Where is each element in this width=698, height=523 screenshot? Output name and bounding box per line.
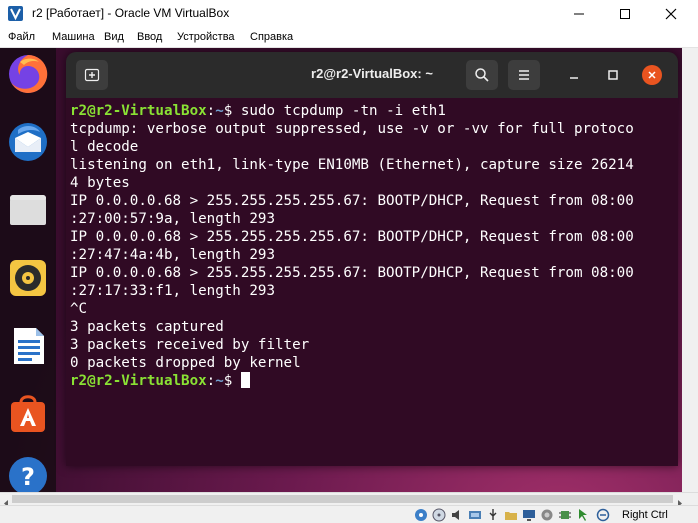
terminal-title: r2@r2-VirtualBox: ~ (311, 66, 433, 81)
terminal-close-button[interactable] (642, 65, 662, 85)
host-menubar: Файл Машина Вид Ввод Устройства Справка (0, 28, 698, 48)
output-line: IP 0.0.0.0.68 > 255.255.255.255.67: BOOT… (70, 265, 634, 281)
window-title: r2 [Работает] - Oracle VM VirtualBox (32, 6, 230, 20)
hdd-icon[interactable] (414, 508, 428, 522)
rhythmbox-icon[interactable] (6, 256, 50, 300)
output-line: 4 bytes (70, 175, 130, 191)
recording-icon[interactable] (540, 508, 554, 522)
search-icon (475, 68, 489, 82)
terminal-output[interactable]: r2@r2-VirtualBox:~$ sudo tcpdump -tn -i … (70, 102, 664, 464)
prompt-user: r2@r2-VirtualBox (70, 103, 207, 119)
prompt-separator: : (206, 103, 216, 119)
terminal-window[interactable]: r2@r2-VirtualBox: ~ r2@r2-VirtualBox:~$ … (66, 52, 678, 466)
virtualbox-icon (7, 5, 24, 22)
horizontal-scrollbar[interactable] (0, 492, 698, 507)
prompt-separator: : (206, 373, 216, 389)
audio-icon[interactable] (450, 508, 464, 522)
output-line: l decode (70, 139, 139, 155)
output-line: 3 packets received by filter (70, 337, 310, 353)
menu-input[interactable]: Ввод (137, 31, 162, 43)
network-icon[interactable] (468, 508, 482, 522)
output-line: listening on eth1, link-type EN10MB (Eth… (70, 157, 634, 173)
vm-statusbar: Right Ctrl (0, 505, 698, 523)
scrollbar-thumb[interactable] (12, 495, 673, 503)
terminal-maximize-button[interactable] (603, 65, 623, 85)
keyboard-icon[interactable] (596, 508, 610, 522)
guest-screen[interactable]: ? r2@r2-VirtualBox: ~ r2@r2-VirtualBox:~… (0, 48, 698, 492)
output-line: :27:47:4a:4b, length 293 (70, 247, 275, 263)
files-icon[interactable] (6, 188, 50, 232)
active-prompt-line: r2@r2-VirtualBox:~$ (70, 372, 664, 390)
output-line: 0 packets dropped by kernel (70, 355, 301, 371)
ubuntu-dock: ? (0, 48, 56, 492)
hamburger-menu-button[interactable] (508, 60, 540, 90)
output-line: :27:17:33:f1, length 293 (70, 283, 275, 299)
prompt-end: $ (223, 103, 241, 119)
output-line: 3 packets captured (70, 319, 224, 335)
vertical-scrollbar[interactable] (682, 48, 698, 492)
optical-drive-icon[interactable] (432, 508, 446, 522)
minimize-button[interactable] (556, 0, 602, 28)
display-icon[interactable] (522, 508, 536, 522)
menu-icon (519, 70, 529, 80)
prompt-user: r2@r2-VirtualBox (70, 373, 207, 389)
menu-help[interactable]: Справка (250, 31, 293, 43)
help-icon[interactable]: ? (6, 454, 50, 492)
scroll-right-arrow-icon[interactable] (675, 495, 684, 507)
prompt-end: $ (223, 373, 241, 389)
menu-view[interactable]: Вид (104, 31, 124, 43)
prompt-path: ~ (215, 373, 224, 389)
ubuntu-software-icon[interactable] (6, 392, 50, 436)
mouse-integration-icon[interactable] (576, 508, 590, 522)
terminal-minimize-button[interactable] (564, 65, 584, 85)
cpu-icon[interactable] (558, 508, 572, 522)
host-key-label[interactable]: Right Ctrl (622, 509, 668, 521)
svg-text:?: ? (21, 463, 35, 491)
scroll-left-arrow-icon[interactable] (2, 495, 11, 507)
search-button[interactable] (466, 60, 498, 90)
terminal-headerbar: r2@r2-VirtualBox: ~ (66, 52, 678, 98)
host-titlebar: r2 [Работает] - Oracle VM VirtualBox (0, 0, 698, 28)
output-line: tcpdump: verbose output suppressed, use … (70, 121, 634, 137)
close-button[interactable] (648, 0, 694, 28)
maximize-button[interactable] (602, 0, 648, 28)
command-line: r2@r2-VirtualBox:~$ sudo tcpdump -tn -i … (70, 102, 664, 120)
menu-file[interactable]: Файл (8, 31, 35, 43)
output-line: :27:00:57:9a, length 293 (70, 211, 275, 227)
output-line: IP 0.0.0.0.68 > 255.255.255.255.67: BOOT… (70, 229, 634, 245)
thunderbird-icon[interactable] (6, 120, 50, 164)
usb-icon[interactable] (486, 508, 500, 522)
shared-folders-icon[interactable] (504, 508, 518, 522)
menu-machine[interactable]: Машина (52, 31, 95, 43)
prompt-path: ~ (215, 103, 224, 119)
output-line: IP 0.0.0.0.68 > 255.255.255.255.67: BOOT… (70, 193, 634, 209)
command-text: sudo tcpdump -tn -i eth1 (240, 103, 446, 119)
text-cursor (240, 372, 250, 388)
output-line: ^C (70, 301, 88, 317)
libreoffice-writer-icon[interactable] (6, 324, 50, 368)
menu-devices[interactable]: Устройства (177, 31, 235, 43)
firefox-icon[interactable] (6, 52, 50, 96)
